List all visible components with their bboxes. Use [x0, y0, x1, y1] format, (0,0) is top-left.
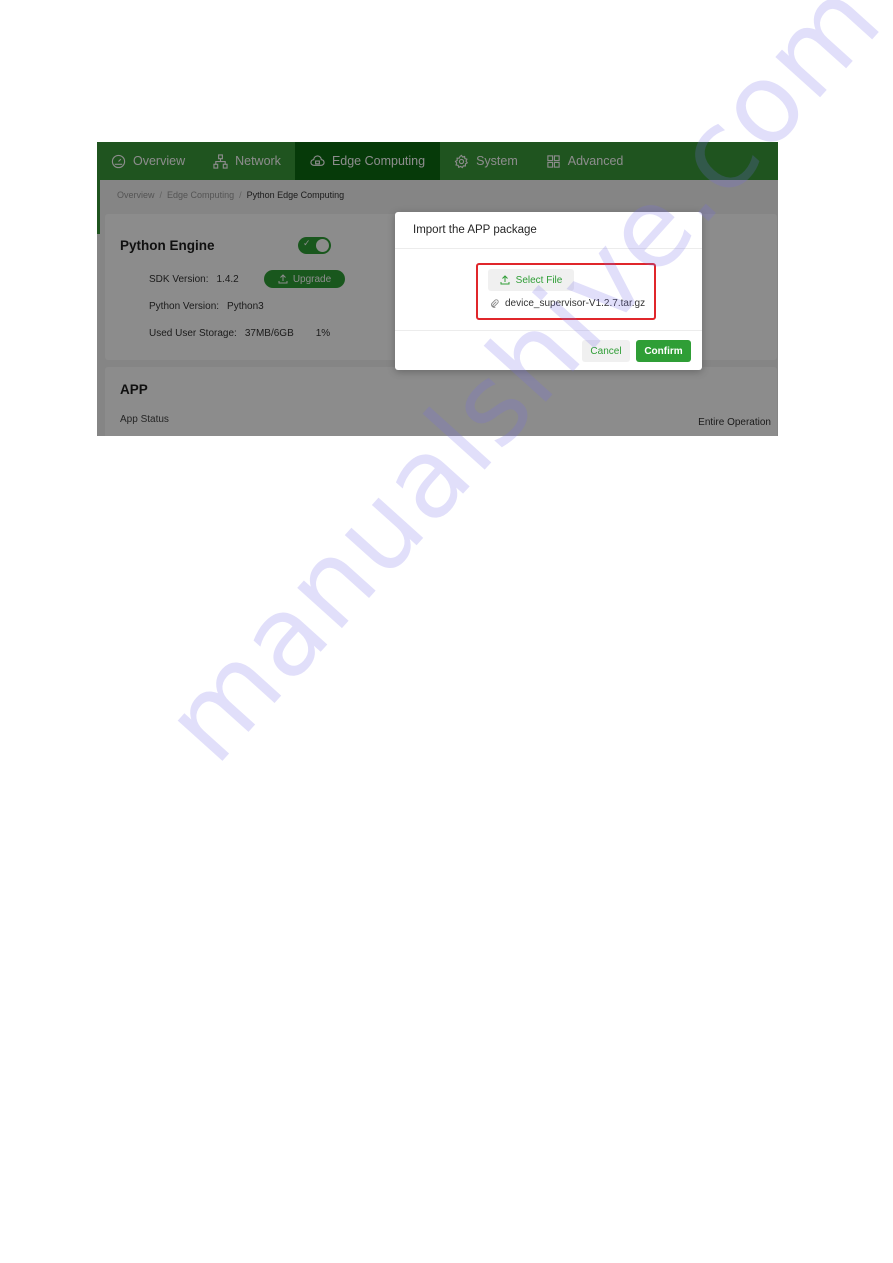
modal-footer: Cancel Confirm — [395, 331, 702, 369]
upload-icon — [500, 275, 510, 285]
cancel-button[interactable]: Cancel — [582, 340, 630, 362]
select-file-label: Select File — [515, 274, 563, 286]
file-name: device_supervisor-V1.2.7.tar.gz — [505, 298, 646, 309]
highlight-annotation: Select File device_supervisor-V1.2.7.tar… — [476, 263, 656, 320]
paperclip-icon — [491, 299, 499, 308]
confirm-button[interactable]: Confirm — [636, 340, 691, 362]
import-app-modal: Import the APP package Select File devic… — [395, 212, 702, 370]
app-screenshot: Overview Network Edge Computing System A… — [97, 142, 778, 436]
select-file-button[interactable]: Select File — [488, 269, 574, 291]
selected-file[interactable]: device_supervisor-V1.2.7.tar.gz — [490, 298, 645, 309]
modal-body: Select File device_supervisor-V1.2.7.tar… — [395, 249, 702, 331]
modal-title: Import the APP package — [395, 212, 702, 249]
